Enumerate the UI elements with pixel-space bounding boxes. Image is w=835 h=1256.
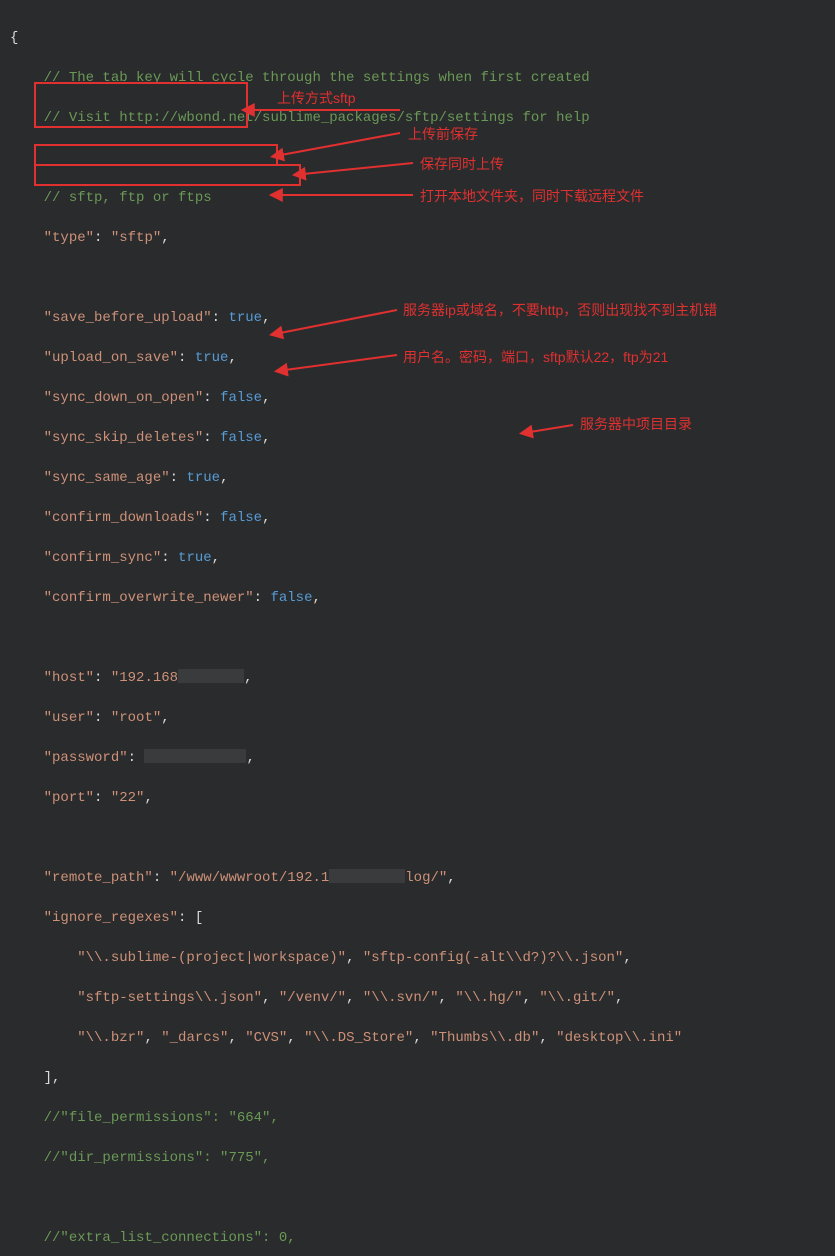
json-value: false <box>220 390 262 406</box>
json-value: "/www/wwwroot/192.1 <box>170 870 330 886</box>
json-value: true <box>178 550 212 566</box>
json-key: "ignore_regexes" <box>44 910 178 926</box>
json-key: "sync_same_age" <box>44 470 170 486</box>
comment-line: //"dir_permissions": "775", <box>44 1150 271 1166</box>
json-key: "type" <box>44 230 94 246</box>
json-key: "confirm_sync" <box>44 550 162 566</box>
open-brace: { <box>10 30 18 46</box>
json-value: false <box>220 510 262 526</box>
json-key: "confirm_overwrite_newer" <box>44 590 254 606</box>
annotation-label: 上传前保存 <box>408 124 478 144</box>
redacted-block <box>178 669 244 683</box>
annotation-label: 用户名。密码，端口，sftp默认22，ftp为21 <box>403 347 668 367</box>
annotation-label: 保存同时上传 <box>420 154 504 174</box>
json-value: true <box>228 310 262 326</box>
redacted-block <box>144 749 246 763</box>
comment-line: // sftp, ftp or ftps <box>44 190 212 206</box>
annotation-label: 打开本地文件夹，同时下载远程文件 <box>420 186 644 206</box>
comment-line: // The tab key will cycle through the se… <box>44 70 590 86</box>
annotation-label: 上传方式sftp <box>277 88 356 108</box>
json-key: "user" <box>44 710 94 726</box>
json-value: "192.168 <box>111 670 178 686</box>
json-value: true <box>186 470 220 486</box>
comment-line: //"extra_list_connections": 0, <box>44 1230 296 1246</box>
json-value: "root" <box>111 710 161 726</box>
annotation-label: 服务器ip或域名，不要http，否则出现找不到主机错 <box>403 300 717 320</box>
json-key: "host" <box>44 670 94 686</box>
json-key: "upload_on_save" <box>44 350 178 366</box>
json-key: "confirm_downloads" <box>44 510 204 526</box>
json-key: "sync_skip_deletes" <box>44 430 204 446</box>
annotation-label: 服务器中项目目录 <box>580 414 692 434</box>
comment-line: //"file_permissions": "664", <box>44 1110 279 1126</box>
json-key: "remote_path" <box>44 870 153 886</box>
json-value: true <box>195 350 229 366</box>
json-value: false <box>270 590 312 606</box>
json-key: "sync_down_on_open" <box>44 390 204 406</box>
comment-line: // Visit http://wbond.net/sublime_packag… <box>44 110 590 126</box>
json-key: "save_before_upload" <box>44 310 212 326</box>
json-value: "22" <box>111 790 145 806</box>
json-value: "sftp" <box>111 230 161 246</box>
json-key: "port" <box>44 790 94 806</box>
redacted-block <box>329 869 405 883</box>
json-value: false <box>220 430 262 446</box>
json-key: "password" <box>44 750 128 766</box>
